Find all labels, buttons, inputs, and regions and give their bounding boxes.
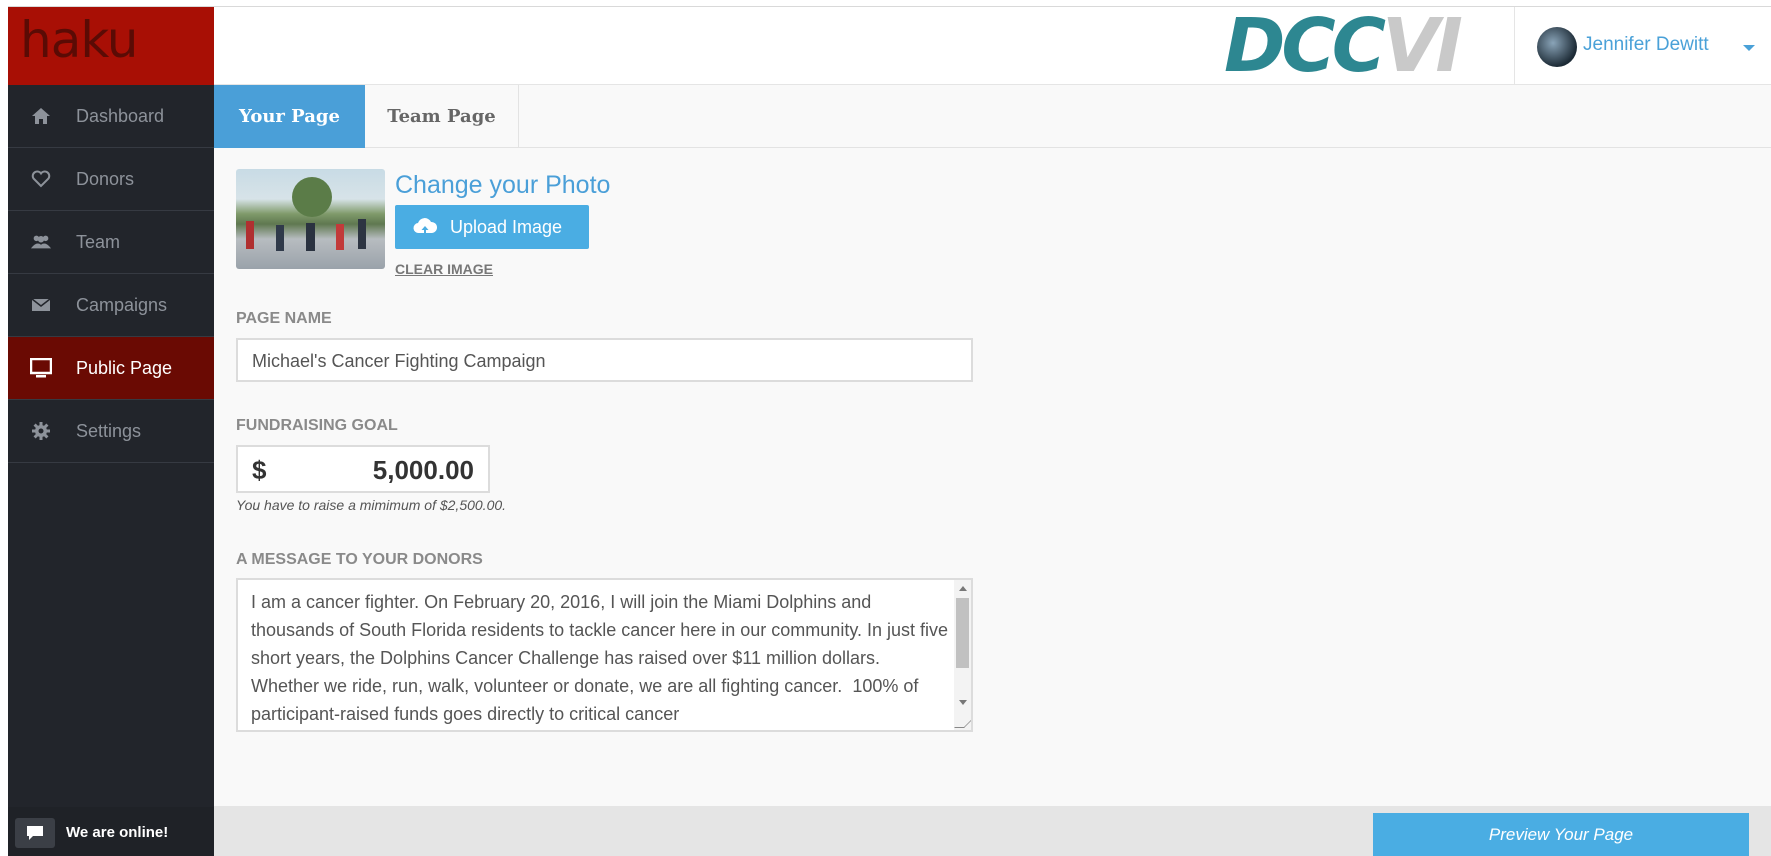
envelope-icon: [30, 294, 52, 316]
goal-amount: 5,000.00: [372, 455, 474, 485]
user-menu[interactable]: Jennifer Dewitt: [1514, 7, 1771, 85]
goal-hint: You have to raise a mimimum of $2,500.00…: [236, 497, 507, 513]
upload-image-label: Upload Image: [450, 216, 563, 237]
change-photo-title: Change your Photo: [395, 171, 611, 199]
app-window: haku Dashboard Donors Team Campaigns Pub…: [8, 6, 1771, 856]
message-label: A MESSAGE TO YOUR DONORS: [236, 551, 483, 568]
chat-status-label: We are online!: [66, 824, 169, 841]
brand-logo-part1: DCC: [1224, 3, 1386, 89]
chevron-down-icon: [1743, 45, 1755, 51]
footer-bar: Preview Your Page: [214, 806, 1771, 856]
chat-bubble-icon: [15, 818, 55, 848]
sidebar-item-label: Campaigns: [76, 295, 168, 315]
user-name: Jennifer Dewitt: [1583, 34, 1709, 55]
clear-image-link[interactable]: CLEAR IMAGE: [395, 261, 493, 277]
fundraising-goal-label: FUNDRAISING GOAL: [236, 417, 398, 434]
tab-team-page[interactable]: Team Page: [365, 85, 519, 148]
page-name-input[interactable]: Michael's Cancer Fighting Campaign: [236, 338, 973, 382]
tab-your-page[interactable]: Your Page: [214, 85, 365, 148]
brand-logo-part2: VI: [1382, 3, 1463, 89]
sidebar-item-campaigns[interactable]: Campaigns: [8, 274, 214, 337]
sidebar-item-public-page[interactable]: Public Page: [8, 337, 214, 400]
team-icon: [30, 231, 52, 253]
main-content: Change your Photo Upload Image CLEAR IMA…: [214, 149, 1771, 806]
chat-widget[interactable]: We are online!: [8, 807, 214, 856]
cloud-upload-icon: [412, 217, 438, 237]
sidebar-item-label: Public Page: [76, 358, 173, 378]
gear-icon: [30, 420, 52, 442]
sidebar-item-label: Donors: [76, 169, 135, 189]
preview-page-button[interactable]: Preview Your Page: [1373, 813, 1749, 856]
sidebar: haku Dashboard Donors Team Campaigns Pub…: [8, 7, 214, 856]
sidebar-item-settings[interactable]: Settings: [8, 400, 214, 463]
sidebar-item-label: Dashboard: [76, 106, 165, 126]
sidebar-item-donors[interactable]: Donors: [8, 148, 214, 211]
sidebar-item-team[interactable]: Team: [8, 211, 214, 274]
sidebar-item-dashboard[interactable]: Dashboard: [8, 85, 214, 148]
sidebar-item-label: Team: [76, 232, 121, 252]
heart-icon: [30, 168, 52, 190]
page-tabs: Your Page Team Page: [214, 85, 1771, 148]
logo-text: haku: [20, 11, 138, 69]
page-name-label: PAGE NAME: [236, 310, 332, 327]
message-scrollbar[interactable]: [954, 580, 971, 730]
avatar: [1537, 27, 1577, 67]
brand-logo: DCCVI: [1224, 9, 1463, 83]
upload-image-button[interactable]: Upload Image: [395, 205, 589, 249]
monitor-icon: [30, 357, 52, 379]
donor-message-textarea[interactable]: I am a cancer fighter. On February 20, 2…: [236, 578, 973, 732]
sidebar-item-label: Settings: [76, 421, 142, 441]
currency-symbol: $: [252, 455, 267, 485]
fundraising-goal-input[interactable]: $ 5,000.00: [236, 445, 490, 493]
top-header: DCCVI Jennifer Dewitt: [214, 7, 1771, 85]
profile-photo: [236, 169, 385, 269]
home-icon: [30, 105, 52, 127]
donor-message-text: I am a cancer fighter. On February 20, 2…: [251, 592, 954, 724]
logo[interactable]: haku: [8, 7, 214, 85]
